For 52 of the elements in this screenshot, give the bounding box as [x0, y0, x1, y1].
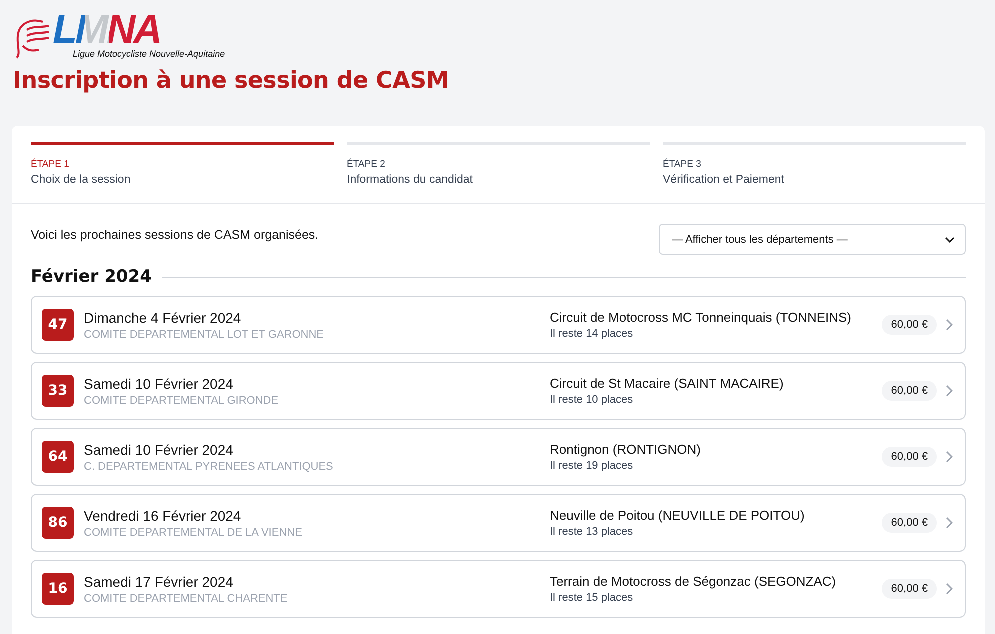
remaining-places: Il reste 13 places [550, 526, 634, 538]
price-badge: 60,00 € [882, 447, 937, 467]
remaining-places: Il reste 15 places [550, 592, 634, 604]
department-badge: 64 [42, 441, 74, 473]
price-badge: 60,00 € [882, 381, 937, 401]
price-badge: 60,00 € [882, 579, 937, 599]
remaining-places: Il reste 19 places [550, 460, 634, 472]
step-name: Informations du candidat [347, 174, 474, 186]
chevron-right-icon [946, 517, 953, 529]
chevron-down-icon [945, 236, 955, 242]
remaining-places: Il reste 14 places [550, 328, 634, 340]
committee-name: COMITE DEPARTEMENTAL CHARENTE [84, 592, 289, 604]
chevron-right-icon [946, 451, 953, 463]
session-location: Circuit de Motocross MC Tonneinquais (TONNEINS) [550, 310, 853, 325]
session-row[interactable]: 64 Samedi 10 Février 2024 C. DEPARTEMENTAL PYRENEES ATLANTIQUES Rontignon (RONTIGNON) Il reste 19 places 60,00 € [31, 428, 966, 486]
department-badge: 86 [42, 507, 74, 539]
session-location: Rontignon (RONTIGNON) [550, 442, 702, 457]
committee-name: COMITE DEPARTEMENTAL DE LA VIENNE [84, 526, 304, 538]
session-row[interactable]: 16 Samedi 17 Février 2024 COMITE DEPARTEMENTAL CHARENTE Terrain de Motocross de Ségonzac (SEGONZAC) Il reste 15 places 60,00 € [31, 560, 966, 618]
session-row[interactable]: 86 Vendredi 16 Février 2024 COMITE DEPARTEMENTAL DE LA VIENNE Neuville de Poitou (NEUVILLE DE POITOU) Il reste 13 places 60,00 € [31, 494, 966, 552]
session-date: Samedi 17 Février 2024 [84, 574, 234, 590]
chevron-right-icon [946, 583, 953, 595]
committee-name: C. DEPARTEMENTAL PYRENEES ATLANTIQUES [84, 460, 334, 472]
step-name: Choix de la session [31, 174, 132, 186]
session-row[interactable]: 47 Dimanche 4 Février 2024 COMITE DEPARTEMENTAL LOT ET GARONNE Circuit de Motocross MC Tonneinquais (TONNEINS) Il reste 14 places 60,00 € [31, 296, 966, 354]
session-date: Dimanche 4 Février 2024 [84, 310, 242, 326]
department-select[interactable]: — Afficher tous les départements — [659, 224, 966, 255]
chevron-right-icon [946, 385, 953, 397]
remaining-places: Il reste 10 places [550, 394, 634, 406]
department-badge: 16 [42, 573, 74, 605]
session-row[interactable]: 33 Samedi 10 Février 2024 COMITE DEPARTEMENTAL GIRONDE Circuit de St Macaire (SAINT MACAIRE) Il reste 10 places 60,00 € [31, 362, 966, 420]
step-number: ÉTAPE 1 [31, 159, 70, 170]
price-badge: 60,00 € [882, 513, 937, 533]
month-heading: Février 2024 [31, 267, 152, 287]
session-location: Terrain de Motocross de Ségonzac (SEGONZAC) [550, 574, 838, 589]
session-date: Samedi 10 Février 2024 [84, 376, 234, 392]
session-date: Samedi 10 Février 2024 [84, 442, 234, 458]
committee-name: COMITE DEPARTEMENTAL LOT ET GARONNE [84, 328, 326, 340]
step-number: ÉTAPE 2 [347, 159, 386, 170]
committee-name: COMITE DEPARTEMENTAL GIRONDE [84, 394, 280, 406]
price-badge: 60,00 € [882, 315, 937, 335]
intro-text: Voici les prochaines sessions de CASM organisées. [31, 228, 319, 242]
step-name: Vérification et Paiement [663, 174, 786, 186]
chevron-right-icon [946, 319, 953, 331]
session-location: Neuville de Poitou (NEUVILLE DE POITOU) [550, 508, 806, 523]
step-number: ÉTAPE 3 [663, 159, 702, 170]
department-badge: 47 [42, 309, 74, 341]
session-date: Vendredi 16 Février 2024 [84, 508, 242, 524]
page-title: Inscription à une session de CASM [13, 68, 450, 94]
department-badge: 33 [42, 375, 74, 407]
logo-tagline: Ligue Motocycliste Nouvelle-Aquitaine [73, 49, 226, 60]
session-location: Circuit de St Macaire (SAINT MACAIRE) [550, 376, 785, 391]
